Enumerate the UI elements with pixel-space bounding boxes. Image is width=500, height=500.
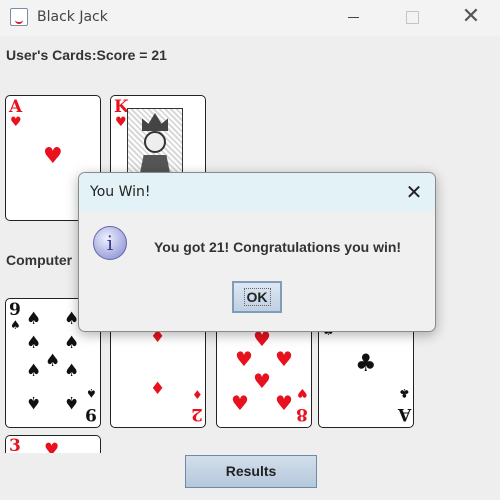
card-rank: 3 [9, 436, 21, 454]
hearts-suit-icon-corner: ♥ [297, 386, 308, 400]
computer-card-three-hearts: 3 ♥ [5, 435, 101, 453]
spade-pip: ♠ [26, 309, 42, 329]
diamonds-suit-icon-corner: ♦ [192, 388, 203, 402]
spades-suit-icon: ♠ [10, 318, 21, 332]
spade-pip: ♠ [26, 333, 42, 353]
results-button[interactable]: Results [185, 455, 317, 488]
spade-pip: ♠ [26, 392, 42, 412]
heart-pip: ♥ [231, 391, 249, 415]
java-app-icon [10, 8, 28, 26]
clubs-center-icon: ♣ [355, 349, 377, 377]
dialog-titlebar: You Win! ✕ [79, 173, 435, 211]
user-score-label: User's Cards:Score = 21 [6, 47, 167, 63]
you-win-dialog: You Win! ✕ i You got 21! Congratulations… [78, 172, 436, 332]
window-title: Black Jack [37, 9, 108, 25]
info-icon: i [93, 226, 127, 260]
computer-cards-label: Computer [6, 252, 73, 268]
card-rank: 9 [9, 300, 21, 320]
spade-pip: ♠ [64, 333, 80, 353]
heart-pip: ♥ [235, 347, 253, 371]
spade-pip: ♠ [64, 392, 80, 412]
card-rank-corner: A [398, 404, 412, 424]
spade-pip: ♠ [64, 309, 80, 329]
clubs-suit-icon-corner: ♣ [399, 386, 410, 400]
crown-icon [142, 113, 168, 131]
minimize-button[interactable] [331, 0, 377, 36]
card-rank-corner: 9 [85, 404, 97, 424]
king-face [144, 131, 166, 153]
dialog-message: You got 21! Congratulations you win! [154, 239, 402, 255]
spade-pip: ♠ [64, 361, 80, 381]
ok-button-label: OK [243, 288, 271, 306]
hearts-center-icon: ♥ [43, 144, 63, 169]
heart-pip: ♥ [253, 327, 271, 351]
card-rank: A [9, 97, 23, 117]
spades-suit-icon-corner: ♠ [86, 386, 97, 400]
heart-pip: ♥ [275, 347, 293, 371]
ok-button[interactable]: OK [232, 281, 282, 313]
diamond-pip: ♦ [150, 379, 166, 399]
heart-pip: ♥ [253, 369, 271, 393]
heart-pip: ♥ [44, 440, 60, 454]
dialog-title: You Win! [90, 184, 151, 200]
spade-pip: ♠ [26, 361, 42, 381]
card-rank-corner: 2 [191, 404, 203, 424]
maximize-button[interactable] [388, 0, 434, 36]
card-rank-corner: 8 [296, 404, 308, 424]
hearts-suit-icon: ♥ [10, 115, 22, 130]
heart-pip: ♥ [275, 391, 293, 415]
spade-pip: ♠ [45, 351, 61, 371]
dialog-close-button[interactable]: ✕ [399, 177, 429, 207]
window-titlebar: Black Jack ✕ [0, 0, 500, 36]
hearts-suit-icon: ♥ [115, 115, 127, 130]
window-close-button[interactable]: ✕ [448, 0, 494, 36]
